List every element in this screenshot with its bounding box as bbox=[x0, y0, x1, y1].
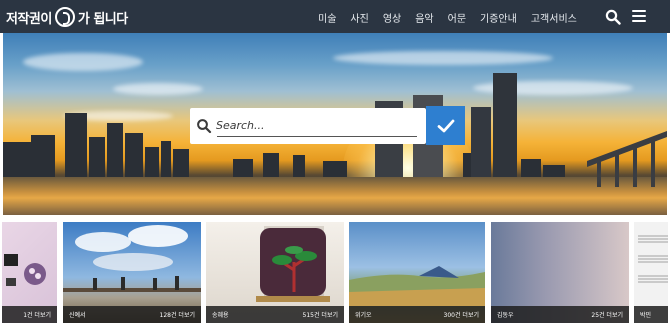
card-more-link[interactable]: 25건 더보기 bbox=[591, 310, 623, 319]
nav-item-photo[interactable]: 사진 bbox=[350, 10, 368, 25]
nav-item-music[interactable]: 음악 bbox=[415, 10, 433, 25]
card-caption-bar: 신예서 128건 더보기 bbox=[63, 306, 201, 323]
collection-card[interactable]: 김동우 25건 더보기 bbox=[491, 222, 629, 323]
card-author: 박민 bbox=[640, 312, 652, 319]
card-caption-bar: 박민 bbox=[634, 306, 668, 323]
site-logo[interactable]: 저작권이 가 됩니다 bbox=[6, 6, 128, 28]
nav-item-literature[interactable]: 어문 bbox=[448, 10, 466, 25]
card-caption-bar: 김동우 25건 더보기 bbox=[491, 306, 629, 323]
photo-thumbnail bbox=[349, 266, 485, 306]
sheet-music-thumbnail bbox=[638, 235, 668, 283]
card-caption-bar: 송혜용 515건 더보기 bbox=[206, 306, 344, 323]
search-field-icon bbox=[196, 118, 212, 134]
card-more-link[interactable]: 300건 더보기 bbox=[444, 310, 479, 319]
collection-card[interactable]: 송혜용 515건 더보기 bbox=[206, 222, 344, 323]
search-input[interactable] bbox=[216, 112, 416, 138]
search-underline bbox=[217, 136, 417, 137]
card-more-link[interactable]: 515건 더보기 bbox=[303, 310, 338, 319]
logo-text-right: 가 됩니다 bbox=[77, 11, 128, 27]
nav-item-video[interactable]: 영상 bbox=[383, 10, 401, 25]
card-more-link[interactable]: 1건 더보기 bbox=[23, 310, 51, 319]
nav-item-art[interactable]: 미술 bbox=[318, 10, 336, 25]
card-more-link[interactable]: 128건 더보기 bbox=[160, 310, 195, 319]
nav-item-donation-guide[interactable]: 기증안내 bbox=[480, 10, 517, 25]
card-author: 신예서 bbox=[69, 312, 86, 319]
bridge-graphic bbox=[587, 131, 667, 187]
checkmark-icon bbox=[437, 119, 454, 132]
card-author: 김동우 bbox=[497, 312, 514, 319]
card-author: 송혜용 bbox=[212, 312, 229, 319]
photo-thumbnail bbox=[63, 225, 201, 292]
card-caption-bar: 1건 더보기 bbox=[2, 306, 57, 323]
card-author: 위기오 bbox=[355, 312, 372, 319]
collection-card[interactable]: 신예서 128건 더보기 bbox=[63, 222, 201, 323]
logo-c-icon bbox=[54, 7, 75, 27]
collection-card[interactable]: 1건 더보기 bbox=[2, 222, 57, 323]
search-submit-button[interactable] bbox=[426, 106, 465, 145]
nav-item-customer-service[interactable]: 고객서비스 bbox=[531, 10, 577, 25]
water-reflection bbox=[3, 177, 667, 215]
artwork-thumbnail bbox=[4, 254, 46, 286]
hamburger-menu-icon[interactable] bbox=[632, 10, 646, 22]
main-nav: 미술 사진 영상 음악 어문 기증안내 고객서비스 bbox=[318, 10, 591, 25]
card-caption-bar: 위기오 300건 더보기 bbox=[349, 306, 485, 323]
collection-strip: 1건 더보기 신예서 128건 더보기 송혜용 515건 더보기 위기오 300… bbox=[0, 222, 670, 323]
top-header: 저작권이 가 됩니다 미술 사진 영상 음악 어문 기증안내 고객서비스 bbox=[0, 0, 670, 33]
collection-card[interactable]: 위기오 300건 더보기 bbox=[349, 222, 485, 323]
logo-text-left: 저작권이 bbox=[6, 11, 52, 27]
collection-card[interactable]: 박민 bbox=[634, 222, 668, 323]
artwork-thumbnail bbox=[256, 226, 330, 302]
search-icon[interactable] bbox=[605, 9, 621, 25]
